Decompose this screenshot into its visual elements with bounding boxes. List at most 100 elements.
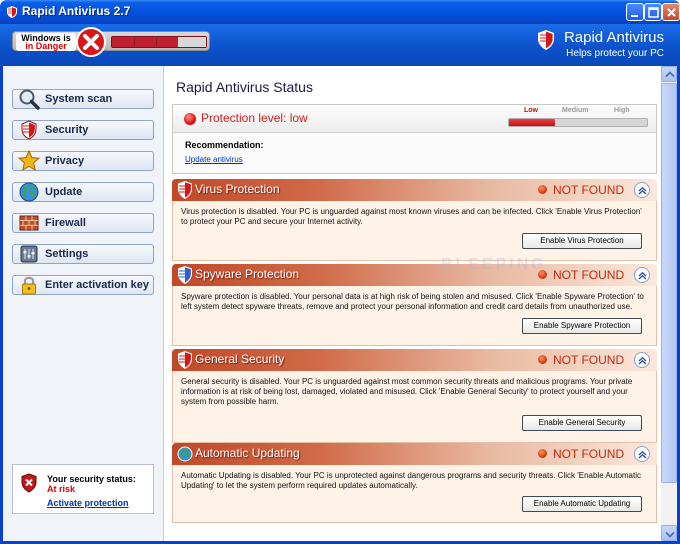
brand-shield-icon xyxy=(537,30,554,50)
globe-icon xyxy=(177,446,193,462)
section-description: General security is disabled. Your PC is… xyxy=(181,377,633,406)
danger-level-bar xyxy=(111,36,207,48)
section-status: NOT FOUND xyxy=(553,447,625,461)
star-icon xyxy=(17,149,41,172)
close-icon xyxy=(667,8,676,17)
magnifier-icon xyxy=(19,89,40,110)
sidebar-item-label: Settings xyxy=(45,248,89,260)
scroll-down-button[interactable] xyxy=(661,525,677,541)
sidebar-item-firewall[interactable]: Firewall xyxy=(12,213,154,233)
brand-tagline: Helps protect your PC xyxy=(566,48,664,59)
enable-automatic-updating-button[interactable]: Enable Automatic Updating xyxy=(522,496,642,512)
danger-label: Windows is in Danger xyxy=(16,33,76,51)
danger-x-icon xyxy=(76,27,106,57)
minimize-icon xyxy=(631,15,638,17)
section-title: Automatic Updating xyxy=(195,446,300,460)
watermark: BLEEPING xyxy=(441,256,547,273)
brick-wall-icon xyxy=(19,215,39,231)
section-header: General Security NOT FOUND xyxy=(172,349,657,371)
security-status-box: Your security status: At risk Activate p… xyxy=(12,464,154,514)
maximize-icon xyxy=(648,7,659,18)
chevron-up-icon xyxy=(638,356,647,365)
sidebar-item-label: Enter activation key xyxy=(45,279,149,291)
danger-label-line2: in Danger xyxy=(25,41,67,51)
protection-meter-fill xyxy=(509,119,555,126)
danger-indicator: Windows is in Danger xyxy=(12,27,210,57)
activate-protection-link[interactable]: Activate protection xyxy=(47,498,129,508)
status-dot-icon xyxy=(538,449,547,458)
shield-icon xyxy=(178,181,192,199)
protection-panel: Protection level: low Low Medium High Re… xyxy=(172,104,657,174)
shield-icon xyxy=(21,120,37,140)
collapse-button[interactable] xyxy=(634,352,650,368)
sidebar-item-privacy[interactable]: Privacy xyxy=(12,149,154,172)
sidebar-item-activation-key[interactable]: Enter activation key xyxy=(12,275,154,295)
brand-name: Rapid Antivirus xyxy=(563,29,664,46)
meter-label-high: High xyxy=(614,107,630,114)
section-status: NOT FOUND xyxy=(553,268,625,282)
minimize-button[interactable] xyxy=(626,3,644,21)
red-status-dot-icon xyxy=(184,113,196,125)
sidebar-item-system-scan[interactable]: System scan xyxy=(12,89,154,110)
recommendation-label: Recommendation: xyxy=(185,140,264,150)
section-body: Virus protection is disabled. Your PC is… xyxy=(172,201,657,261)
security-status-value: At risk xyxy=(47,484,76,494)
enable-general-security-button[interactable]: Enable General Security xyxy=(522,415,642,431)
shield-icon xyxy=(7,6,17,18)
protection-meter: Low Medium High xyxy=(508,107,648,129)
chevron-up-icon xyxy=(665,71,675,78)
sidebar-item-label: System scan xyxy=(45,93,113,105)
brand: Rapid Antivirus Helps protect your PC xyxy=(537,29,664,59)
app-header: Windows is in Danger Rapid Antivirus Hel… xyxy=(0,24,680,66)
section-title: Spyware Protection xyxy=(195,267,300,281)
collapse-button[interactable] xyxy=(634,446,650,462)
protection-level-text: Protection level: low xyxy=(201,111,308,125)
sidebar-item-label: Privacy xyxy=(45,155,85,167)
section-status: NOT FOUND xyxy=(553,353,625,367)
sidebar-item-label: Update xyxy=(45,186,83,198)
collapse-button[interactable] xyxy=(634,267,650,283)
enable-spyware-protection-button[interactable]: Enable Spyware Protection xyxy=(522,318,642,334)
section-body: Automatic Updating is disabled. Your PC … xyxy=(172,465,657,523)
title-bar[interactable]: Rapid Antivirus 2.7 xyxy=(0,0,680,24)
meter-label-medium: Medium xyxy=(562,107,589,114)
section-header: Spyware Protection NOT FOUND xyxy=(172,264,657,286)
section-title: Virus Protection xyxy=(195,182,280,196)
main-panel: Rapid Antivirus Status Protection level:… xyxy=(165,66,661,541)
sidebar-item-label: Firewall xyxy=(45,217,86,229)
enable-virus-protection-button[interactable]: Enable Virus Protection xyxy=(522,233,642,249)
security-status-label: Your security status: xyxy=(47,474,136,484)
close-button[interactable] xyxy=(662,3,680,21)
sidebar-item-security[interactable]: Security xyxy=(12,120,154,140)
update-antivirus-link[interactable]: Update antivirus xyxy=(185,155,243,164)
section-header: Automatic Updating NOT FOUND xyxy=(172,443,657,465)
alert-shield-icon xyxy=(21,473,37,493)
maximize-button[interactable] xyxy=(644,3,662,21)
section-description: Virus protection is disabled. Your PC is… xyxy=(181,207,642,226)
vertical-scrollbar[interactable] xyxy=(661,66,677,541)
window-title: Rapid Antivirus 2.7 xyxy=(22,4,131,18)
collapse-button[interactable] xyxy=(634,182,650,198)
page-title: Rapid Antivirus Status xyxy=(176,79,313,95)
chevron-up-icon xyxy=(638,186,647,195)
globe-icon xyxy=(19,182,39,202)
shield-icon xyxy=(178,351,192,369)
app-window: Rapid Antivirus 2.7 Windows is in Danger xyxy=(0,0,680,544)
client-area: System scan Security Privacy Update Fire… xyxy=(3,66,677,541)
section-status: NOT FOUND xyxy=(553,183,625,197)
sidebar-item-settings[interactable]: Settings xyxy=(12,244,154,264)
sidebar: System scan Security Privacy Update Fire… xyxy=(3,66,164,541)
section-header: Virus Protection NOT FOUND xyxy=(172,179,657,201)
sidebar-item-update[interactable]: Update xyxy=(12,182,154,202)
scroll-thumb[interactable] xyxy=(661,83,677,483)
status-dot-icon xyxy=(538,355,547,364)
settings-icon xyxy=(20,245,38,263)
shield-icon xyxy=(178,266,192,284)
section-description: Spyware protection is disabled. Your per… xyxy=(181,292,644,311)
scroll-up-button[interactable] xyxy=(661,66,677,82)
chevron-up-icon xyxy=(638,271,647,280)
meter-label-low: Low xyxy=(524,107,538,114)
protection-header: Protection level: low Low Medium High xyxy=(173,105,656,133)
section-body: Spyware protection is disabled. Your per… xyxy=(172,286,657,346)
chevron-up-icon xyxy=(638,450,647,459)
